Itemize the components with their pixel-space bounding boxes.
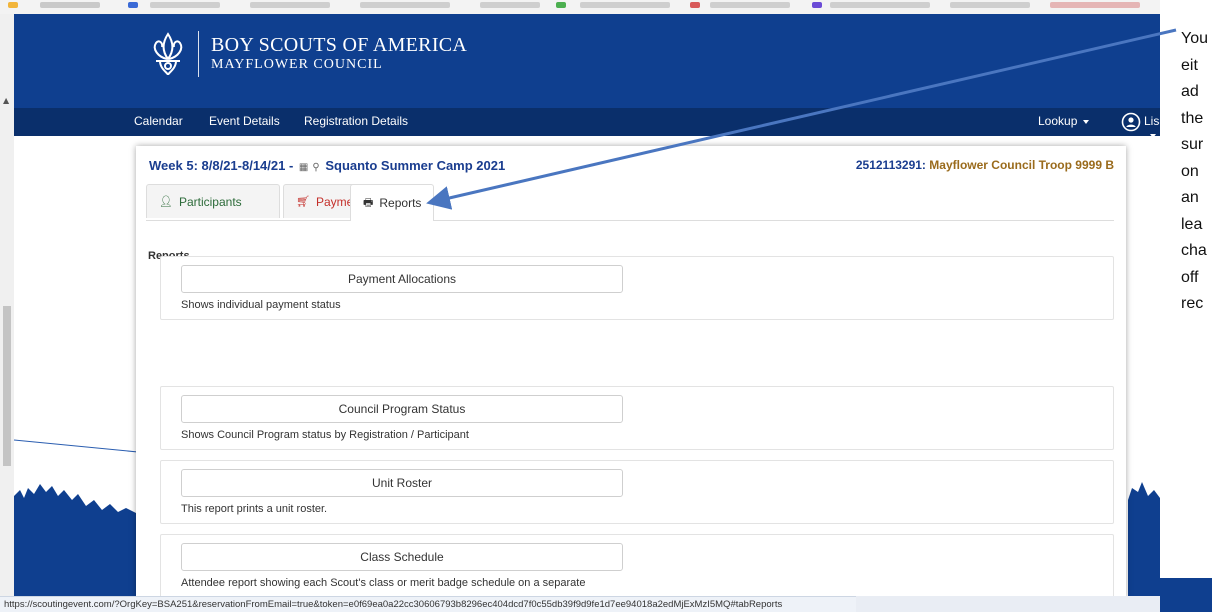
status-bar-url: https://scoutingevent.com/?OrgKey=BSA251… (0, 596, 856, 612)
report-description: This report prints a unit roster. (181, 503, 328, 515)
troop-name[interactable]: Mayflower Council Troop 9999 B (929, 158, 1114, 172)
annotation-line: an (1181, 189, 1199, 206)
annotation-line: on (1181, 162, 1199, 180)
main-navbar: Calendar Event Details Registration Deta… (14, 108, 1166, 138)
lookup-label: Lookup (1038, 114, 1078, 128)
bookmark-icon[interactable] (690, 2, 700, 8)
fleur-de-lis-icon (153, 32, 183, 76)
council-name: MAYFLOWER COUNCIL (211, 57, 383, 72)
user-circle-icon[interactable] (1121, 112, 1141, 132)
annotation-line: off (1181, 268, 1199, 286)
annotation-line: sur (1181, 136, 1204, 153)
annotation-line: eit (1181, 56, 1198, 74)
bookmark-item[interactable] (710, 2, 790, 8)
bsa-logo[interactable]: BOY SCOUTS OF AMERICA MAYFLOWER COUNCIL (148, 26, 467, 82)
event-week: Week 5: 8/8/21-8/14/21 - (149, 158, 294, 173)
tab-participants-label: Participants (178, 194, 242, 209)
report-item: Class Schedule Attendee report showing e… (160, 534, 1114, 598)
event-name[interactable]: Squanto Summer Camp 2021 (325, 158, 505, 173)
report-description: Attendee report showing each Scout's cla… (181, 577, 586, 589)
print-icon: 🖶︎ (363, 195, 374, 209)
report-item: Unit Roster This report prints a unit ro… (160, 460, 1114, 524)
bookmark-item[interactable] (950, 2, 1030, 8)
annotation-callout: You eit ad the sur on an lea cha off rec (1181, 26, 1212, 318)
unit-roster-button[interactable]: Unit Roster (181, 469, 623, 497)
council-program-status-button[interactable]: Council Program Status (181, 395, 623, 423)
bookmark-item[interactable] (250, 2, 330, 8)
bookmark-item[interactable] (580, 2, 670, 8)
cart-icon: 🛒︎ (296, 195, 310, 208)
tab-reports[interactable]: 🖶︎ Reports (350, 184, 434, 221)
nav-registration-details[interactable]: Registration Details (304, 114, 408, 128)
annotation-line: ad (1181, 83, 1199, 100)
bookmark-item[interactable] (150, 2, 220, 8)
bookmarks-bar (0, 0, 1160, 14)
bookmark-item[interactable] (480, 2, 540, 8)
report-item: Payment Allocations Shows individual pay… (160, 256, 1114, 320)
site-header: BOY SCOUTS OF AMERICA MAYFLOWER COUNCIL (14, 14, 1160, 108)
report-description: Shows individual payment status (181, 299, 341, 311)
map-pin-icon[interactable]: ⚲ (312, 162, 319, 173)
lookup-dropdown[interactable]: Lookup (1038, 114, 1090, 128)
troop-info: 2512113291: Mayflower Council Troop 9999… (856, 158, 1114, 172)
org-text: BOY SCOUTS OF AMERICA MAYFLOWER COUNCIL (211, 34, 467, 74)
bookmark-icon[interactable] (812, 2, 822, 8)
bookmark-item[interactable] (1050, 2, 1140, 8)
event-title: Week 5: 8/8/21-8/14/21 - ▦ ⚲ Squanto Summ… (149, 158, 505, 173)
report-item: Council Program Status Shows Council Pro… (160, 386, 1114, 450)
chevron-down-icon (1083, 119, 1090, 124)
calendar-icon[interactable]: ▦ (299, 162, 308, 173)
scroll-up-icon[interactable]: ▲ (3, 96, 9, 105)
payment-allocations-button[interactable]: Payment Allocations (181, 265, 623, 293)
bookmark-item[interactable] (830, 2, 930, 8)
annotation-line: rec (1181, 295, 1204, 312)
class-schedule-button[interactable]: Class Schedule (181, 543, 623, 571)
mountain-silhouette-left (14, 484, 138, 599)
event-card: Week 5: 8/8/21-8/14/21 - ▦ ⚲ Squanto Summ… (136, 146, 1126, 599)
tab-participants[interactable]: 👤︎ Participants (146, 184, 280, 218)
user-icon: 👤︎ (159, 195, 173, 208)
troop-number: 2512113291: (855, 158, 926, 172)
nav-event-details[interactable]: Event Details (209, 114, 280, 128)
report-description: Shows Council Program status by Registra… (181, 429, 469, 441)
scrollbar-thumb[interactable] (3, 306, 11, 466)
tab-bar: 👤︎ Participants 🛒︎ Payment 🖶︎ Reports (146, 184, 1114, 221)
logo-divider (198, 31, 199, 77)
annotation-line: You (1181, 30, 1208, 47)
mountain-silhouette-right (1128, 482, 1160, 599)
footer-corner (1160, 578, 1212, 612)
tab-reports-label: Reports (379, 196, 422, 210)
annotation-line: the (1181, 109, 1204, 127)
bottom-strip (856, 596, 1160, 612)
left-scroll-gutter[interactable]: ▲ (0, 14, 15, 599)
org-name: BOY SCOUTS OF AMERICA (211, 34, 468, 56)
bookmark-item[interactable] (360, 2, 450, 8)
annotation-line: cha (1181, 242, 1207, 259)
annotation-line: lea (1181, 215, 1203, 233)
user-name: Lisa (1144, 114, 1167, 128)
bookmark-icon[interactable] (556, 2, 566, 8)
